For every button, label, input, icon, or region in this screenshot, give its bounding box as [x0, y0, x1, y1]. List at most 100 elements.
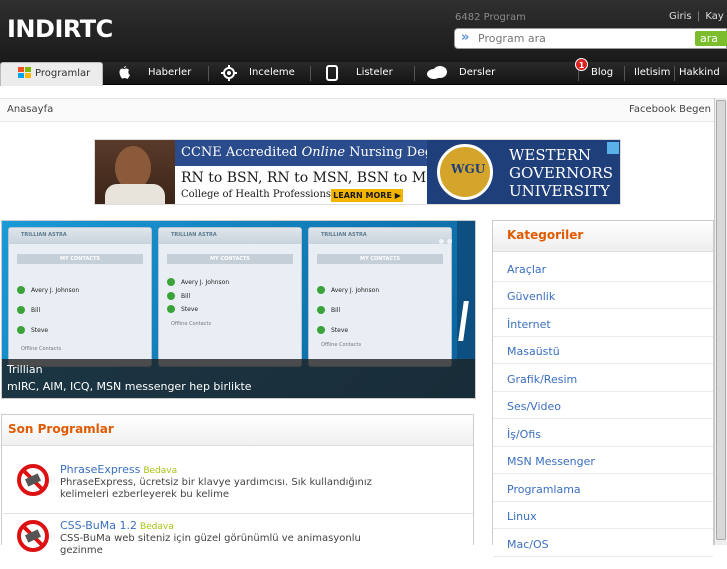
advertisement-banner[interactable]: CCNE Accredited Online Nursing Degrees. … [94, 139, 621, 205]
auth-separator: | [696, 11, 701, 22]
tab-label: Inceleme [249, 67, 295, 78]
status-icon [17, 306, 25, 314]
nav-divider [624, 66, 625, 81]
status-icon [167, 305, 175, 313]
offline-contacts: Offline Contacts [171, 321, 212, 327]
program-count: 6482 Program [455, 12, 526, 23]
phone-icon [326, 65, 338, 81]
learn-more-button[interactable]: LEARN MORE ▶ [331, 189, 403, 202]
tab-label: Iletisim [634, 67, 671, 78]
categories-panel: Kategoriler Araçlar Güvenlik İnternet Ma… [492, 220, 714, 557]
slider-caption: Trillian mIRC, AIM, ICQ, MSN messenger h… [2, 359, 475, 398]
contact-name: Avery J. Johnson [331, 287, 380, 294]
search-input[interactable] [478, 31, 678, 46]
program-name[interactable]: PhraseExpress Bedava [60, 463, 177, 476]
program-description: PhraseExpress, ücretsiz bir klavye yardı… [60, 477, 372, 500]
ad-photo-shirt [105, 184, 165, 204]
ad-photo [95, 140, 175, 204]
category-link[interactable]: Araçlar [493, 255, 713, 282]
contact-name: Steve [331, 327, 349, 334]
offline-contacts: Offline Contacts [21, 346, 62, 352]
tab-inceleme[interactable]: Inceleme [216, 62, 310, 85]
status-icon [317, 286, 325, 294]
tab-listeler[interactable]: Listeler [318, 62, 414, 85]
status-icon [167, 278, 175, 286]
tab-haberler[interactable]: Haberler [110, 62, 208, 85]
tab-hakkinda[interactable]: Hakkind [676, 62, 727, 85]
category-link[interactable]: Güvenlik [493, 282, 713, 309]
adchoices-icon[interactable] [607, 142, 619, 154]
ad-headline: CCNE Accredited Online Nursing Degrees. [181, 145, 466, 160]
trillian-window: TRILLIAN ASTRA MY CONTACTS Avery J. John… [158, 227, 302, 367]
contact-name: Bill [181, 293, 191, 300]
apple-icon [119, 66, 130, 79]
tab-dersler[interactable]: Dersler [422, 62, 516, 85]
slider-dots[interactable] [439, 229, 455, 248]
free-badge: Bedava [139, 522, 174, 532]
program-name-text[interactable]: CSS-BuMa 1.2 [60, 519, 137, 532]
status-icon [17, 326, 25, 334]
ad-headline-italic: Online [301, 145, 346, 160]
search-button[interactable]: ara [695, 31, 727, 46]
category-link[interactable]: Masaüstü [493, 337, 713, 364]
university-seal: WGU [437, 144, 493, 200]
slider-dot[interactable] [439, 239, 444, 244]
slide-subtitle: mIRC, AIM, ICQ, MSN messenger hep birlik… [7, 380, 252, 393]
cloud-icon [427, 66, 447, 79]
facebook-like-link[interactable]: Facebook Begen [629, 104, 711, 115]
window-brand: TRILLIAN ASTRA [171, 232, 217, 238]
featured-slider[interactable]: TRILLIAN ASTRA MY CONTACTS Avery J. John… [1, 220, 476, 399]
category-link[interactable]: MSN Messenger [493, 447, 713, 474]
offline-contacts: Offline Contacts [321, 342, 362, 348]
contact-name: Bill [31, 307, 41, 314]
chevron-right-icon: » [461, 30, 470, 45]
trillian-window: TRILLIAN ASTRA MY CONTACTS Avery J. John… [308, 227, 452, 367]
brand-line-2: GOVERNORS [509, 164, 614, 182]
category-link[interactable]: İş/Ofis [493, 420, 713, 447]
nav-divider [674, 66, 675, 81]
program-name[interactable]: CSS-BuMa 1.2 Bedava [60, 519, 174, 532]
nav-divider [414, 66, 415, 81]
ad-brand-panel: WGU WESTERN GOVERNORS UNIVERSITY [427, 140, 620, 204]
search-box: » ara [454, 28, 727, 49]
site-logo[interactable]: INDIRTC [7, 15, 113, 43]
window-brand: TRILLIAN ASTRA [321, 232, 367, 238]
vertical-scrollbar[interactable] [714, 98, 727, 545]
category-link[interactable]: İnternet [493, 310, 713, 337]
contact-name: Steve [181, 306, 199, 313]
tab-label: Hakkind [679, 67, 720, 78]
list-item[interactable]: CSS-BuMa 1.2 Bedava CSS-BuMa web siteniz … [2, 519, 475, 569]
contact-name: Avery J. Johnson [181, 279, 230, 286]
breadcrumb-home[interactable]: Anasayfa [7, 104, 53, 115]
program-name-text[interactable]: PhraseExpress [60, 463, 140, 476]
contacts-header: MY CONTACTS [17, 254, 143, 264]
login-link[interactable]: Giris [669, 11, 692, 22]
slide-title[interactable]: Trillian [7, 363, 43, 376]
brand-line-1: WESTERN [509, 146, 592, 164]
trillian-window: TRILLIAN ASTRA MY CONTACTS Avery J. John… [8, 227, 152, 367]
gear-icon [221, 65, 237, 81]
top-header: INDIRTC 6482 Program Giris | Kay » ara [0, 0, 727, 62]
list-item[interactable]: PhraseExpress Bedava PhraseExpress, ücret… [2, 463, 475, 514]
category-link[interactable]: Programlama [493, 475, 713, 502]
category-link[interactable]: Grafik/Resim [493, 365, 713, 392]
nav-divider [208, 66, 209, 81]
category-link[interactable]: Mac/OS [493, 530, 713, 557]
category-link[interactable]: Linux [493, 502, 713, 529]
slider-dot[interactable] [447, 239, 452, 244]
notification-badge: 1 [575, 58, 588, 71]
breadcrumb: Anasayfa Facebook Begen [0, 98, 727, 122]
main-nav: Programlar Haberler Inceleme Listeler De… [0, 62, 727, 86]
contacts-header: MY CONTACTS [317, 254, 443, 264]
tab-label: Programlar [35, 68, 91, 79]
scrollbar-thumb[interactable] [716, 100, 726, 540]
category-link[interactable]: Ses/Video [493, 392, 713, 419]
status-icon [317, 326, 325, 334]
register-link[interactable]: Kay [705, 11, 723, 22]
university-name: WESTERN GOVERNORS UNIVERSITY [509, 146, 613, 200]
tab-label: Haberler [148, 67, 192, 78]
tab-programlar[interactable]: Programlar [0, 62, 103, 86]
tab-iletisim[interactable]: Iletisim [626, 62, 674, 85]
tab-label: Dersler [459, 67, 496, 78]
auth-links: Giris | Kay [669, 11, 724, 22]
